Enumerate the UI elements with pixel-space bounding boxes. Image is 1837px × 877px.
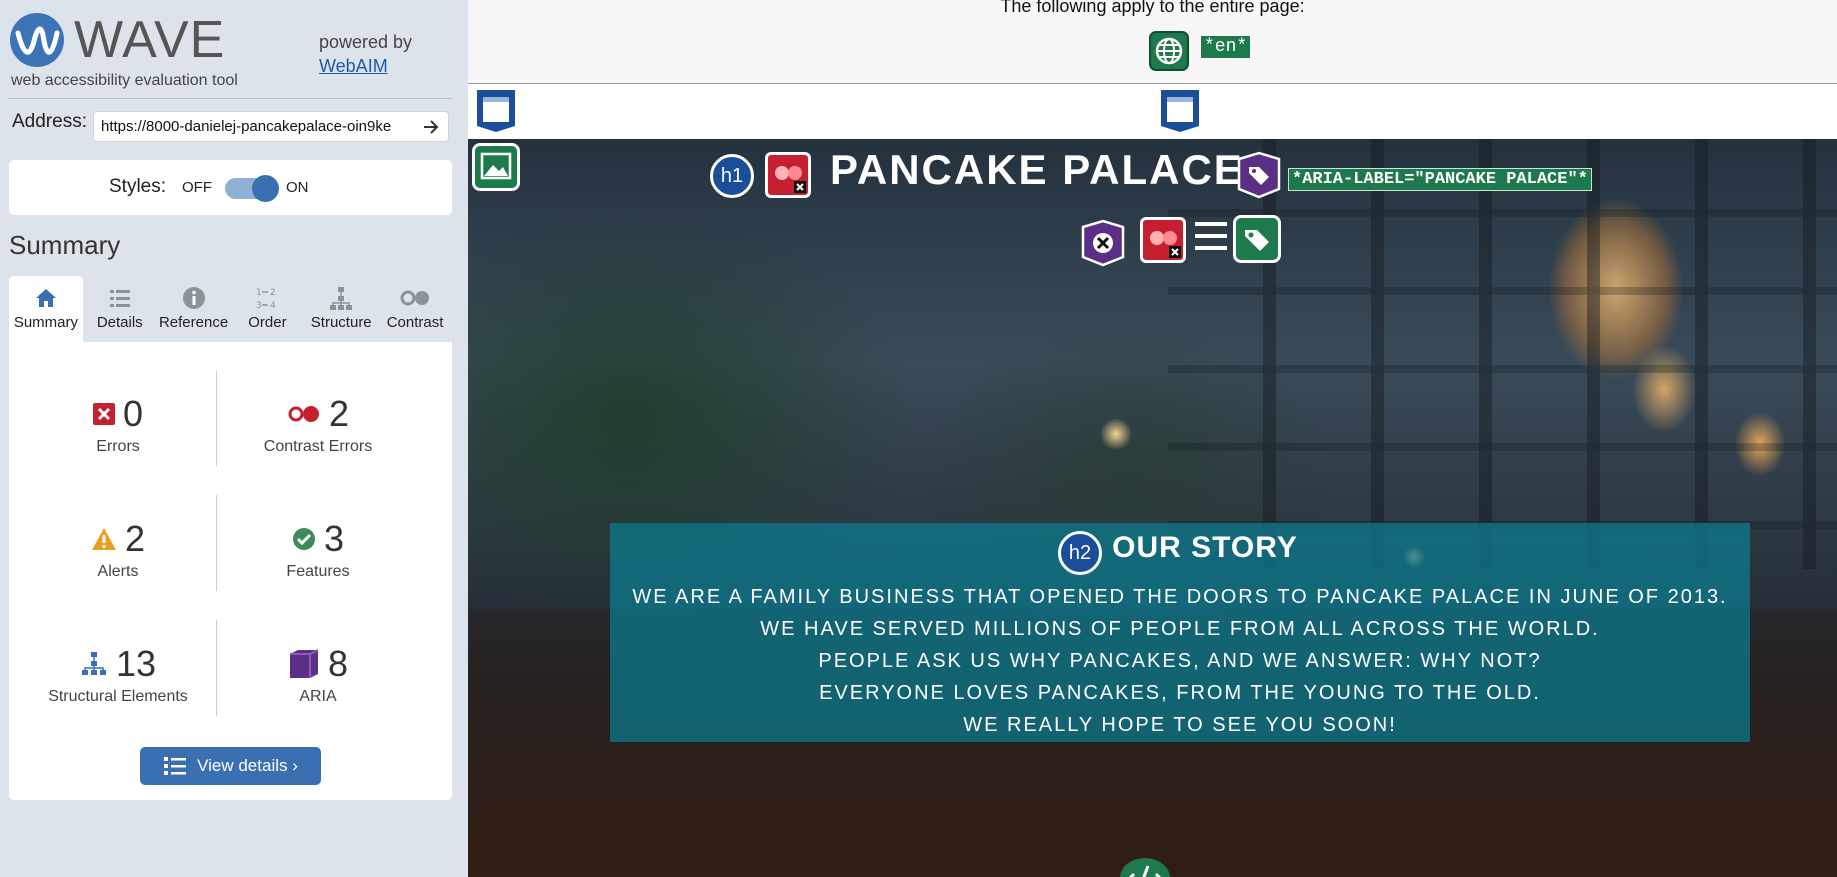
error-icon [92, 403, 115, 425]
wave-logo-text: WAVE [74, 11, 226, 69]
contrast-error-icon[interactable] [1140, 217, 1186, 263]
stat-contrast-errors[interactable]: 2 Contrast Errors [218, 392, 418, 456]
contrast-icon [400, 290, 430, 306]
aria-label-tag-icon[interactable] [1235, 151, 1283, 199]
site-title: PANCAKE PALACE [830, 146, 1244, 193]
powered-by-text: powered by [319, 32, 413, 52]
tab-summary[interactable]: Summary [9, 276, 83, 342]
view-details-label: View details › [197, 756, 298, 775]
divider [8, 98, 452, 99]
alerts-count: 2 [124, 518, 146, 559]
evaluated-page: The following apply to the entire page: … [468, 0, 1837, 877]
h1-icon[interactable]: h1 [710, 154, 754, 198]
list-icon [109, 290, 130, 307]
structural-label: Structural Elements [48, 688, 188, 705]
language-badge: *en* [1201, 36, 1251, 58]
contrast-errors-count: 2 [328, 393, 350, 434]
feature-icon [292, 528, 315, 550]
stat-aria[interactable]: 8 ARIA [218, 642, 418, 706]
aria-label: ARIA [299, 688, 337, 705]
alert-icon [91, 528, 116, 550]
tab-order[interactable]: 1234 Order [230, 276, 305, 342]
structural-count: 13 [115, 643, 157, 684]
view-details-button[interactable]: View details › [140, 747, 321, 785]
tab-label: Reference [158, 314, 229, 331]
tab-reference[interactable]: Reference [156, 276, 231, 342]
info-icon [182, 287, 205, 309]
page-level-info: The following apply to the entire page: … [468, 0, 1837, 84]
aria-label-badge: *ARIA-LABEL="PANCAKE PALACE"* [1288, 168, 1592, 191]
our-story-section: OUR STORY WE ARE A FAMILY BUSINESS THAT … [610, 523, 1750, 742]
hierarchy-icon [330, 287, 353, 310]
story-heading: OUR STORY [1112, 531, 1298, 564]
styles-toggle-card: Styles: OFF ON [9, 160, 452, 215]
tag-icon[interactable] [1233, 215, 1281, 263]
tab-label: Structure [310, 314, 372, 331]
styles-label: Styles: [109, 176, 167, 197]
order-icon: 1 23 4 [256, 288, 276, 311]
svg-text:1: 1 [256, 288, 262, 298]
webaim-link[interactable]: WebAIM [319, 56, 388, 76]
list-icon [164, 757, 187, 775]
summary-heading: Summary [9, 230, 121, 260]
styles-on-label: ON [286, 179, 309, 196]
tab-contrast[interactable]: Contrast [378, 276, 452, 342]
errors-label: Errors [96, 438, 140, 455]
styles-toggle[interactable] [225, 175, 279, 202]
stat-alerts[interactable]: 2 Alerts [18, 517, 218, 581]
wave-logo: WAVE web accessibility evaluation tool p… [8, 10, 460, 94]
story-line: WE HAVE SERVED MILLIONS OF PEOPLE FROM A… [760, 618, 1600, 640]
tab-label: Contrast [386, 314, 444, 331]
contrast-error-icon[interactable] [765, 152, 811, 198]
arrow-right-icon[interactable] [420, 116, 442, 138]
language-globe-icon[interactable] [1149, 31, 1189, 71]
toggle-knob [252, 175, 279, 202]
structure-icon [81, 652, 106, 675]
stat-features[interactable]: 3 Features [218, 517, 418, 581]
aria-cube-icon [289, 649, 319, 678]
svg-text:3: 3 [256, 301, 262, 311]
story-text: WE ARE A FAMILY BUSINESS THAT OPENED THE… [610, 581, 1750, 741]
panel-tabs: Summary Details Reference 1234 Order Str… [9, 276, 452, 342]
tab-details[interactable]: Details [82, 276, 157, 342]
hamburger-menu-icon[interactable] [1195, 222, 1227, 252]
svg-text:2: 2 [270, 288, 276, 298]
home-icon [35, 289, 56, 307]
address-input[interactable] [94, 112, 414, 141]
contrast-error-icon [288, 406, 319, 422]
aria-hidden-icon[interactable] [1079, 219, 1127, 267]
tab-label: Details [96, 314, 143, 331]
story-line: WE REALLY HOPE TO SEE YOU SOON! [963, 714, 1397, 736]
address-label: Address: [12, 111, 87, 132]
story-line: WE ARE A FAMILY BUSINESS THAT OPENED THE… [632, 586, 1728, 608]
svg-text:4: 4 [270, 301, 276, 311]
alerts-label: Alerts [97, 563, 139, 580]
features-label: Features [286, 563, 350, 580]
powered-by: powered by WebAIM [319, 30, 412, 78]
stat-errors[interactable]: 0 Errors [18, 392, 218, 456]
story-line: EVERYONE LOVES PANCAKES, FROM THE YOUNG … [819, 682, 1541, 704]
address-field [93, 111, 449, 142]
image-icon[interactable] [472, 143, 520, 191]
tab-label: Summary [13, 314, 78, 331]
errors-count: 0 [122, 393, 144, 434]
story-line: PEOPLE ASK US WHY PANCAKES, AND WE ANSWE… [818, 650, 1542, 672]
h2-icon[interactable]: h2 [1058, 531, 1102, 575]
page-info-text: The following apply to the entire page: [1000, 0, 1305, 16]
page-header [468, 84, 1837, 139]
aria-count: 8 [327, 643, 349, 684]
summary-panel: 0 Errors 2 Contrast Errors 2 Alerts 3 Fe… [9, 342, 452, 800]
header-landmark-icon[interactable] [475, 88, 517, 134]
tab-label: Order [248, 314, 287, 331]
wave-logo-icon [10, 13, 64, 67]
tab-structure[interactable]: Structure [304, 276, 379, 342]
contrast-errors-label: Contrast Errors [263, 438, 373, 455]
nav-landmark-icon[interactable] [1159, 88, 1201, 134]
wave-sidebar: WAVE web accessibility evaluation tool p… [0, 0, 468, 877]
features-count: 3 [323, 518, 345, 559]
code-icon[interactable] [1120, 858, 1170, 877]
stat-structural[interactable]: 13 Structural Elements [18, 642, 218, 706]
styles-off-label: OFF [182, 179, 212, 196]
wave-tagline: web accessibility evaluation tool [11, 72, 238, 89]
